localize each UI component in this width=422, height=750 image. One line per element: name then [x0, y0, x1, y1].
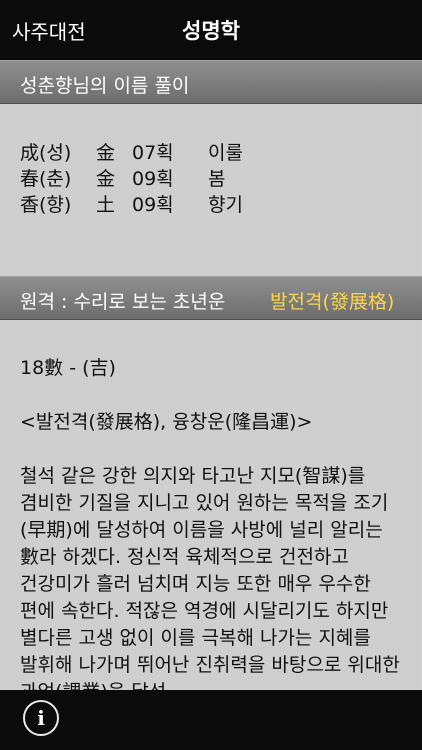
- fortune-grade: 18數 - (吉): [20, 357, 116, 379]
- meaning-cell: 봄: [208, 168, 226, 190]
- bottom-toolbar: i: [0, 690, 422, 750]
- meaning-cell: 향기: [208, 194, 243, 216]
- element-cell: 金: [96, 168, 116, 190]
- hanja-cell: 春(춘): [20, 168, 72, 190]
- name-section-header: 성춘향님의 이름 풀이: [0, 60, 422, 104]
- page-title: 성명학: [182, 19, 240, 43]
- hanja-cell: 成(성): [20, 142, 72, 164]
- hanja-cell: 香(향): [20, 194, 72, 216]
- fortune-section-header: 원격 : 수리로 보는 초년운 발전격(發展格): [0, 276, 422, 320]
- strokes-cell: 09획: [132, 194, 174, 216]
- name-section-title: 성춘향님의 이름 풀이: [20, 75, 190, 97]
- fortune-description: 철석 같은 강한 의지와 타고난 지모(智謀)를 겸비한 기질을 지니고 있어 …: [20, 465, 400, 703]
- name-row-1: 成(성) 金 07획 이룰: [20, 138, 268, 164]
- name-row-3: 香(향) 土 09획 향기: [20, 190, 268, 216]
- fortune-section-title: 원격 : 수리로 보는 초년운: [20, 291, 226, 313]
- fortune-subtitle: <발전격(發展格), 융창운(隆昌運)>: [20, 411, 313, 433]
- name-row-2: 春(춘) 金 09획 봄: [20, 164, 268, 190]
- strokes-cell: 09획: [132, 168, 174, 190]
- fortune-grade-name: 발전격(發展格): [270, 291, 395, 313]
- name-analysis-table: 成(성) 金 07획 이룰 春(춘) 金 09획 봄 香(향) 土 09획 향기: [20, 138, 268, 216]
- meaning-cell: 이룰: [208, 142, 243, 164]
- strokes-cell: 07획: [132, 142, 174, 164]
- element-cell: 土: [96, 194, 116, 216]
- navigation-bar: 사주대전 성명학: [0, 0, 422, 60]
- element-cell: 金: [96, 142, 116, 164]
- info-icon[interactable]: i: [23, 700, 59, 736]
- fortune-content: 18數 - (吉) <발전격(發展格), 융창운(隆昌運)> 철석 같은 강한 …: [20, 355, 406, 706]
